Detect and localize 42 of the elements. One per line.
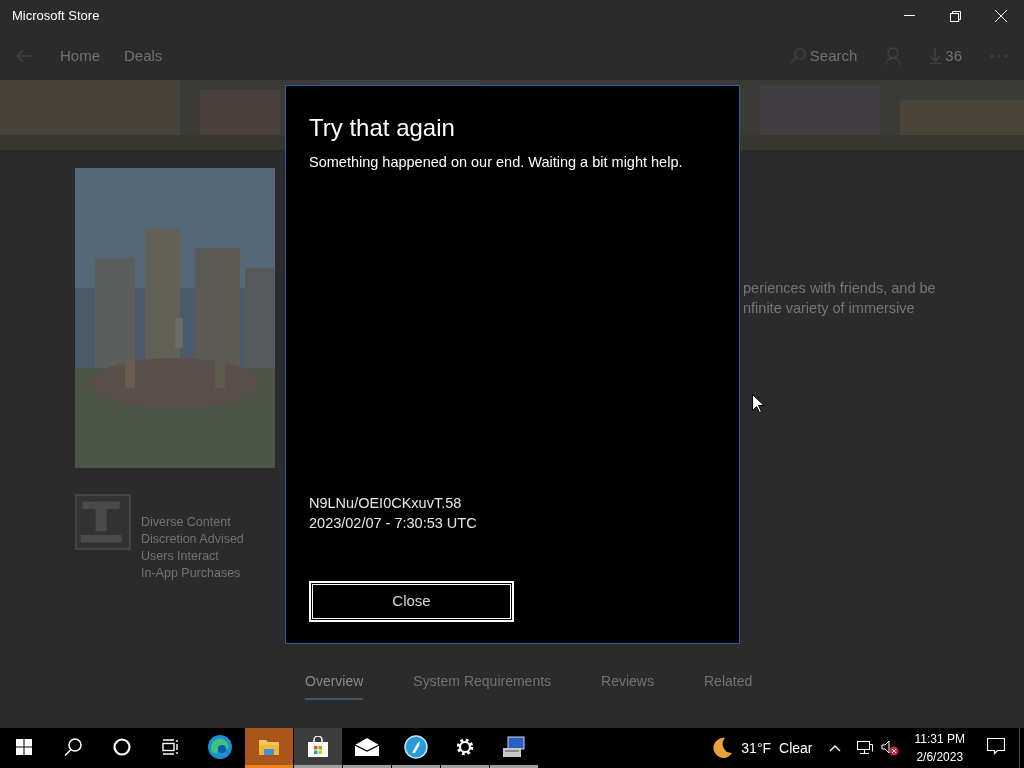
search-button[interactable]: Search [789,44,858,68]
shopping-bag-icon [307,735,329,758]
moon-icon [711,737,734,759]
rating-descriptor: Discretion Advised [141,531,244,548]
cursor-icon [752,394,764,413]
network-icon[interactable] [856,740,873,756]
rating-descriptor: Users Interact [141,548,220,565]
rating-descriptor: Diverse Content [141,514,232,531]
clock[interactable]: 11:31 PM 2/6/2023 [906,730,973,766]
window-title: Microsoft Store [12,7,100,26]
description-text: periences with friends, and be [743,279,936,298]
weather-temperature: 31°F [741,738,772,758]
description-text: nfinite variety of immersive [743,299,916,318]
dialog-title: Try that again [309,113,456,143]
dialog-message: Something happened on our end. Waiting a bit might help. [309,153,684,172]
settings-icon [455,736,475,757]
rating-icon [75,494,131,550]
error-code: N9LNu/OEI0CKxuvT.58 [309,494,463,513]
minimize-icon [903,15,915,17]
start-icon [16,738,32,755]
nav-link-item[interactable]: Home [60,44,100,68]
product-tab[interactable]: Overview [305,671,364,700]
nav-link-item[interactable]: Deals [124,44,163,68]
volume-muted-icon[interactable] [880,740,899,756]
browser-icon [207,733,233,760]
restore-icon [949,10,961,22]
error-timestamp: 2023/02/07 - 7:30:53 UTC [309,514,478,533]
chevron-up-icon[interactable] [828,744,841,752]
product-tab[interactable]: System Requirements [413,671,552,700]
product-tab[interactable]: Related [704,671,753,700]
close-dialog-button[interactable]: Close [309,581,514,622]
downloads-button[interactable]: 36 [929,44,962,68]
search-icon [64,737,82,756]
close-icon [995,10,1007,22]
computer-icon [502,735,526,758]
taskbar-button[interactable] [294,728,342,768]
circle-icon [113,737,131,756]
task-view-icon [162,738,180,755]
product-tab[interactable]: Reviews [601,671,654,700]
rating-descriptor: In-App Purchases [141,565,242,582]
envelope-icon [355,737,379,756]
weather-condition: Clear [779,738,813,758]
